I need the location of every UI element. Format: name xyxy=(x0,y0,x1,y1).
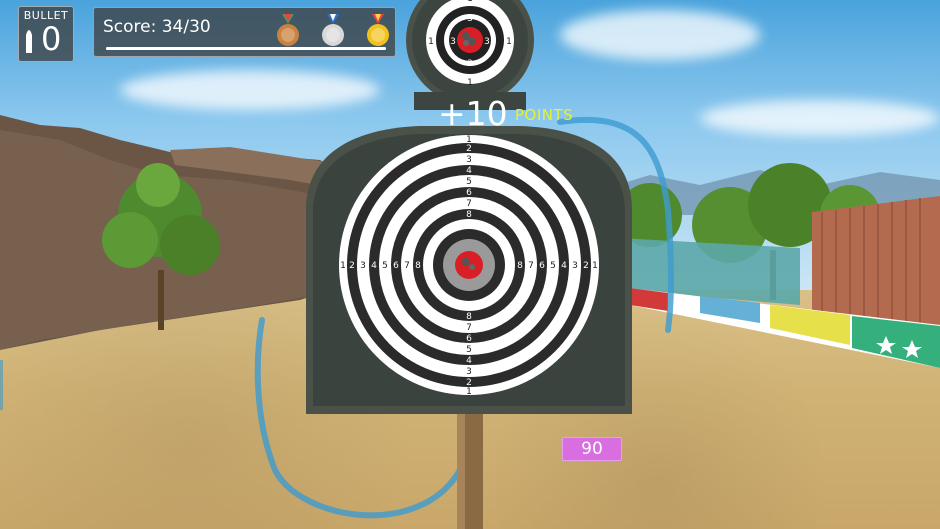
ring-number-label: 5 xyxy=(466,345,472,355)
ring-number-label: 4 xyxy=(466,166,472,176)
ring-number-label: 2 xyxy=(583,261,589,271)
ring-number-label: 8 xyxy=(415,261,421,271)
bronze-medal-icon xyxy=(277,14,299,46)
ring-number-label: 8 xyxy=(466,210,472,220)
ring-number-label: 9 xyxy=(466,302,472,312)
ring-number-label: 3 xyxy=(360,261,366,271)
ring-number-label: 4 xyxy=(371,261,377,271)
ring-number-label: 1 xyxy=(466,387,472,397)
score-text: Score: 34/30 xyxy=(103,17,211,37)
head-ring-number-label: 3 xyxy=(467,59,473,69)
head-ring-number-label: 1 xyxy=(428,37,434,47)
ring-number-label: 9 xyxy=(425,261,431,271)
head-ring-number-label: 1 xyxy=(506,37,512,47)
head-ring-number-label: 1 xyxy=(467,78,473,88)
ring-number-label: 2 xyxy=(349,261,355,271)
score-popup: 90 xyxy=(562,437,622,461)
ring-number-label: 3 xyxy=(572,261,578,271)
ring-number-label: 4 xyxy=(561,261,567,271)
head-ring-number-label: 3 xyxy=(484,37,490,47)
target-stand: 1111222233334444555566667777888899991111… xyxy=(0,0,674,529)
bullet-counter: BULLET 0 xyxy=(18,6,74,62)
ring-number-label: 9 xyxy=(466,220,472,230)
ring-number-label: 6 xyxy=(466,188,472,198)
head-ring-number-label: 3 xyxy=(467,14,473,24)
ring-number-label: 6 xyxy=(393,261,399,271)
ring-number-label: 8 xyxy=(517,261,523,271)
ring-number-label: 5 xyxy=(382,261,388,271)
ring-number-label: 3 xyxy=(466,367,472,377)
bullet-icon xyxy=(26,30,32,53)
silver-medal-icon xyxy=(322,14,344,46)
ring-number-label: 8 xyxy=(466,312,472,322)
points-label: POINTS xyxy=(515,106,574,124)
ring-number-label: 9 xyxy=(507,261,513,271)
ring-number-label: 7 xyxy=(404,261,410,271)
ring-number-label: 6 xyxy=(539,261,545,271)
ring-number-label: 7 xyxy=(528,261,534,271)
ring-number-label: 7 xyxy=(466,323,472,333)
bullseye xyxy=(455,251,483,279)
ring-number-label: 1 xyxy=(340,261,346,271)
ring-number-label: 2 xyxy=(466,378,472,388)
ring-number-label: 7 xyxy=(466,199,472,209)
head-ring-number-label: 1 xyxy=(467,0,473,4)
ring-number-label: 6 xyxy=(466,334,472,344)
points-value: +10 xyxy=(438,94,508,133)
ring-number-label: 5 xyxy=(550,261,556,271)
ring-number-label: 3 xyxy=(466,155,472,165)
score-panel: Score: 34/30 xyxy=(93,7,396,57)
ring-number-label: 5 xyxy=(466,177,472,187)
head-ring-number-label: 3 xyxy=(450,37,456,47)
gold-medal-icon xyxy=(367,14,389,46)
bullet-count: 0 xyxy=(41,20,62,58)
ring-number-label: 4 xyxy=(466,356,472,366)
game-scene[interactable]: 1111222233334444555566667777888899991111… xyxy=(0,0,940,529)
ring-number-label: 1 xyxy=(592,261,598,271)
ring-number-label: 2 xyxy=(466,144,472,154)
